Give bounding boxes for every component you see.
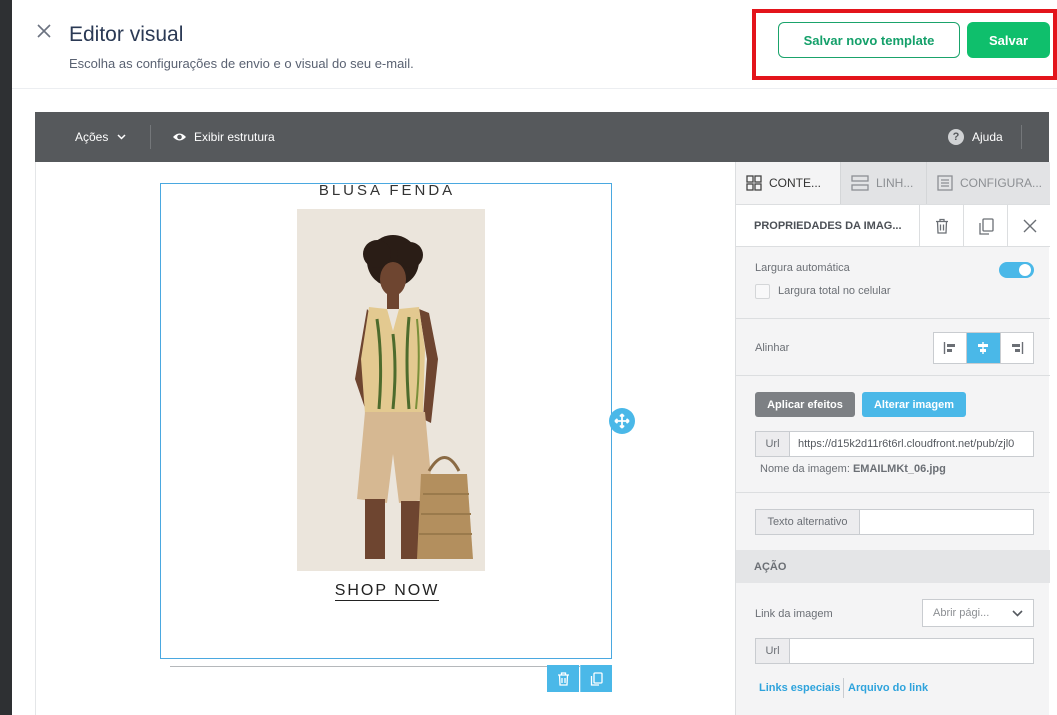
tab-content-label: CONTE... — [769, 176, 822, 190]
section-divider — [736, 492, 1050, 493]
image-link-label: Link da imagem — [755, 608, 833, 620]
show-structure-button[interactable]: Exibir estrutura — [172, 112, 275, 162]
copy-icon — [590, 671, 603, 686]
change-image-button[interactable]: Alterar imagem — [862, 392, 966, 417]
header-divider — [12, 88, 1057, 89]
help-label: Ajuda — [972, 130, 1003, 144]
full-width-mobile-label: Largura total no celular — [778, 285, 891, 297]
image-name-label: Nome da imagem: — [760, 463, 850, 475]
align-label: Alinhar — [755, 342, 790, 354]
image-name-value: EMAILMKt_06.jpg — [852, 463, 946, 475]
section-divider — [736, 318, 1050, 319]
email-canvas: BLUSA FENDA SHOP NOW — [35, 162, 735, 715]
trash-icon — [935, 218, 949, 234]
link-file-link[interactable]: Arquivo do link — [848, 682, 928, 694]
visual-editor-modal: Editor visual Escolha as configurações d… — [12, 0, 1057, 715]
auto-width-label: Largura automática — [755, 262, 850, 274]
page-subtitle: Escolha as configurações de envio e o vi… — [69, 56, 414, 71]
properties-header: PROPRIEDADES DA IMAG... — [736, 204, 1050, 247]
image-url-value[interactable]: https://d15k2d11r6t6rl.cloudfront.net/pu… — [790, 432, 1033, 456]
action-section-header: AÇÃO — [736, 550, 1050, 583]
toolbar-separator — [1021, 125, 1022, 149]
product-image[interactable] — [297, 209, 485, 571]
close-icon — [1023, 219, 1037, 233]
link-separator — [843, 678, 844, 698]
grid-icon — [746, 175, 762, 191]
duplicate-block-button[interactable] — [580, 665, 612, 692]
chevron-down-icon — [117, 134, 126, 140]
image-link-select-value: Abrir pági... — [933, 607, 990, 619]
alt-text-input[interactable] — [860, 510, 1033, 534]
row-bottom-line — [170, 666, 610, 667]
copy-icon — [978, 217, 994, 235]
tab-rows[interactable]: LINH... — [840, 162, 926, 204]
show-structure-label: Exibir estrutura — [194, 130, 275, 144]
delete-image-button[interactable] — [919, 205, 963, 247]
duplicate-image-button[interactable] — [963, 205, 1007, 247]
shop-now-link[interactable]: SHOP NOW — [161, 582, 613, 601]
properties-title: PROPRIEDADES DA IMAG... — [754, 220, 902, 232]
auto-width-toggle[interactable] — [999, 262, 1034, 278]
editor-toolbar: Ações Exibir estrutura ? Ajuda — [35, 112, 1049, 162]
image-name: Nome da imagem: EMAILMKt_06.jpg — [760, 463, 946, 475]
close-icon[interactable] — [34, 22, 54, 42]
document-icon — [937, 175, 953, 191]
alt-text-field[interactable]: Texto alternativo — [755, 509, 1034, 535]
page-backdrop — [0, 0, 12, 715]
tab-settings-label: CONFIGURA... — [960, 176, 1043, 190]
chevron-down-icon — [1012, 610, 1023, 617]
align-center-button[interactable] — [966, 333, 1000, 363]
move-handle-icon[interactable] — [609, 408, 635, 434]
delete-block-button[interactable] — [547, 665, 579, 692]
tab-rows-label: LINH... — [876, 176, 914, 190]
panel-tabs: CONTE... LINH... CONFIGURA... — [736, 162, 1050, 204]
section-divider — [736, 375, 1050, 376]
align-right-button[interactable] — [999, 333, 1033, 363]
rows-icon — [851, 175, 869, 191]
align-right-icon — [1010, 341, 1024, 355]
actions-label: Ações — [75, 130, 109, 144]
help-icon: ? — [948, 129, 964, 145]
image-link-select[interactable]: Abrir pági... — [922, 599, 1034, 627]
actions-menu[interactable]: Ações — [75, 112, 126, 162]
tab-settings[interactable]: CONFIGURA... — [926, 162, 1050, 204]
apply-effects-button[interactable]: Aplicar efeitos — [755, 392, 855, 417]
save-new-template-button[interactable]: Salvar novo template — [778, 22, 960, 58]
image-url-field[interactable]: Url https://d15k2d11r6t6rl.cloudfront.ne… — [755, 431, 1034, 457]
toolbar-separator — [150, 125, 151, 149]
link-url-input[interactable] — [790, 639, 1033, 663]
link-url-field[interactable]: Url — [755, 638, 1034, 664]
link-url-prefix: Url — [756, 639, 790, 663]
align-button-group — [933, 332, 1034, 364]
tab-content[interactable]: CONTE... — [736, 162, 840, 204]
align-left-button[interactable] — [934, 333, 966, 363]
save-button[interactable]: Salvar — [967, 22, 1050, 58]
help-button[interactable]: ? Ajuda — [948, 112, 1003, 162]
full-width-mobile-checkbox[interactable] — [755, 284, 770, 299]
image-block-selected[interactable]: BLUSA FENDA SHOP NOW — [160, 182, 613, 659]
align-center-icon — [976, 341, 990, 355]
close-properties-button[interactable] — [1007, 205, 1051, 247]
special-links-link[interactable]: Links especiais — [759, 682, 840, 694]
page-title: Editor visual — [69, 23, 184, 46]
align-left-icon — [943, 341, 957, 355]
product-title: BLUSA FENDA — [318, 182, 456, 199]
properties-panel: CONTE... LINH... CONFIGURA... PROPRIEDAD… — [735, 162, 1050, 715]
trash-icon — [557, 671, 570, 686]
eye-icon — [172, 132, 187, 142]
alt-text-label: Texto alternativo — [756, 510, 860, 534]
url-prefix: Url — [756, 432, 790, 456]
